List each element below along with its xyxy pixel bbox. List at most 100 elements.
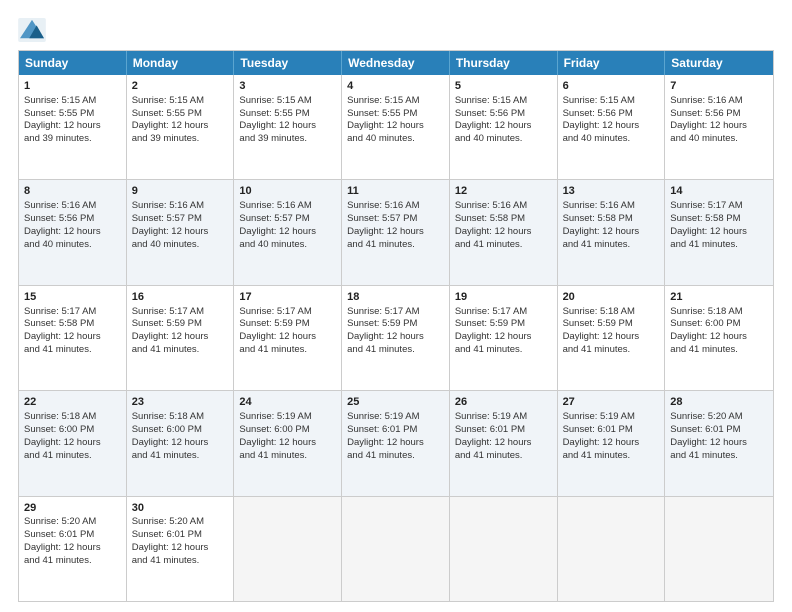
day-info-line: Sunrise: 5:16 AM — [563, 200, 660, 213]
day-number: 20 — [563, 290, 660, 305]
day-info-line: Sunrise: 5:17 AM — [455, 306, 552, 319]
day-info-line: Sunset: 5:59 PM — [239, 318, 336, 331]
day-number: 2 — [132, 79, 229, 94]
calendar-cell: 16Sunrise: 5:17 AMSunset: 5:59 PMDayligh… — [127, 286, 235, 390]
day-info-line: Sunset: 5:56 PM — [24, 213, 121, 226]
day-number: 10 — [239, 184, 336, 199]
day-info-line: Sunrise: 5:19 AM — [455, 411, 552, 424]
day-info-line: Daylight: 12 hours — [24, 542, 121, 555]
day-info-line: and 40 minutes. — [563, 133, 660, 146]
day-info-line: and 41 minutes. — [347, 239, 444, 252]
day-info-line: Daylight: 12 hours — [563, 226, 660, 239]
day-info-line: Sunrise: 5:20 AM — [132, 516, 229, 529]
day-info-line: Daylight: 12 hours — [455, 331, 552, 344]
day-number: 22 — [24, 395, 121, 410]
day-info-line: Daylight: 12 hours — [563, 437, 660, 450]
day-info-line: Sunset: 6:00 PM — [239, 424, 336, 437]
calendar-cell: 19Sunrise: 5:17 AMSunset: 5:59 PMDayligh… — [450, 286, 558, 390]
calendar-header-cell: Sunday — [19, 51, 127, 75]
calendar-cell: 29Sunrise: 5:20 AMSunset: 6:01 PMDayligh… — [19, 497, 127, 601]
calendar-cell-empty — [665, 497, 773, 601]
day-info-line: Sunrise: 5:16 AM — [455, 200, 552, 213]
day-info-line: Sunset: 5:57 PM — [347, 213, 444, 226]
day-info-line: and 41 minutes. — [239, 450, 336, 463]
day-info-line: Sunrise: 5:17 AM — [24, 306, 121, 319]
day-info-line: Sunset: 6:01 PM — [24, 529, 121, 542]
day-info-line: and 41 minutes. — [455, 450, 552, 463]
day-number: 17 — [239, 290, 336, 305]
calendar-cell: 28Sunrise: 5:20 AMSunset: 6:01 PMDayligh… — [665, 391, 773, 495]
day-info-line: and 41 minutes. — [24, 344, 121, 357]
day-info-line: Sunrise: 5:15 AM — [24, 95, 121, 108]
day-info-line: Daylight: 12 hours — [132, 226, 229, 239]
day-info-line: Daylight: 12 hours — [239, 120, 336, 133]
calendar-body: 1Sunrise: 5:15 AMSunset: 5:55 PMDaylight… — [19, 75, 773, 601]
day-info-line: and 41 minutes. — [563, 450, 660, 463]
day-number: 30 — [132, 501, 229, 516]
day-number: 23 — [132, 395, 229, 410]
day-info-line: Sunrise: 5:17 AM — [132, 306, 229, 319]
day-info-line: Sunrise: 5:19 AM — [239, 411, 336, 424]
day-info-line: and 41 minutes. — [132, 555, 229, 568]
calendar-header-row: SundayMondayTuesdayWednesdayThursdayFrid… — [19, 51, 773, 75]
calendar-cell: 7Sunrise: 5:16 AMSunset: 5:56 PMDaylight… — [665, 75, 773, 179]
day-number: 5 — [455, 79, 552, 94]
day-number: 25 — [347, 395, 444, 410]
day-info-line: and 41 minutes. — [455, 344, 552, 357]
day-info-line: and 40 minutes. — [24, 239, 121, 252]
day-info-line: Sunset: 5:55 PM — [239, 108, 336, 121]
day-info-line: Sunrise: 5:18 AM — [24, 411, 121, 424]
day-info-line: Sunrise: 5:15 AM — [132, 95, 229, 108]
day-info-line: Sunset: 5:58 PM — [24, 318, 121, 331]
day-info-line: Sunset: 5:59 PM — [563, 318, 660, 331]
day-number: 13 — [563, 184, 660, 199]
calendar-header-cell: Monday — [127, 51, 235, 75]
day-info-line: Daylight: 12 hours — [132, 331, 229, 344]
day-info-line: Sunset: 5:58 PM — [670, 213, 768, 226]
day-info-line: Sunset: 5:55 PM — [132, 108, 229, 121]
day-info-line: Daylight: 12 hours — [132, 120, 229, 133]
day-info-line: Daylight: 12 hours — [455, 226, 552, 239]
calendar: SundayMondayTuesdayWednesdayThursdayFrid… — [18, 50, 774, 602]
day-info-line: Sunrise: 5:17 AM — [670, 200, 768, 213]
day-info-line: Sunset: 6:01 PM — [670, 424, 768, 437]
calendar-cell: 5Sunrise: 5:15 AMSunset: 5:56 PMDaylight… — [450, 75, 558, 179]
day-info-line: Daylight: 12 hours — [670, 226, 768, 239]
day-info-line: Daylight: 12 hours — [670, 120, 768, 133]
day-info-line: and 41 minutes. — [563, 344, 660, 357]
day-info-line: Sunrise: 5:19 AM — [347, 411, 444, 424]
calendar-cell: 18Sunrise: 5:17 AMSunset: 5:59 PMDayligh… — [342, 286, 450, 390]
day-number: 24 — [239, 395, 336, 410]
day-info-line: Sunset: 5:57 PM — [239, 213, 336, 226]
day-info-line: Sunrise: 5:15 AM — [563, 95, 660, 108]
day-info-line: Sunrise: 5:16 AM — [239, 200, 336, 213]
day-info-line: and 41 minutes. — [347, 450, 444, 463]
day-info-line: Sunrise: 5:18 AM — [132, 411, 229, 424]
calendar-cell: 30Sunrise: 5:20 AMSunset: 6:01 PMDayligh… — [127, 497, 235, 601]
page: SundayMondayTuesdayWednesdayThursdayFrid… — [0, 0, 792, 612]
day-number: 7 — [670, 79, 768, 94]
day-info-line: Daylight: 12 hours — [24, 120, 121, 133]
calendar-cell: 24Sunrise: 5:19 AMSunset: 6:00 PMDayligh… — [234, 391, 342, 495]
day-info-line: Daylight: 12 hours — [132, 437, 229, 450]
day-number: 11 — [347, 184, 444, 199]
day-info-line: Sunrise: 5:18 AM — [670, 306, 768, 319]
day-info-line: Sunset: 6:01 PM — [455, 424, 552, 437]
day-info-line: Daylight: 12 hours — [239, 437, 336, 450]
day-info-line: and 41 minutes. — [24, 450, 121, 463]
day-info-line: Daylight: 12 hours — [239, 226, 336, 239]
day-info-line: and 41 minutes. — [670, 239, 768, 252]
day-info-line: Daylight: 12 hours — [670, 331, 768, 344]
calendar-cell-empty — [558, 497, 666, 601]
day-info-line: and 39 minutes. — [132, 133, 229, 146]
day-info-line: Daylight: 12 hours — [239, 331, 336, 344]
header — [18, 18, 774, 42]
calendar-row: 29Sunrise: 5:20 AMSunset: 6:01 PMDayligh… — [19, 496, 773, 601]
calendar-cell: 10Sunrise: 5:16 AMSunset: 5:57 PMDayligh… — [234, 180, 342, 284]
calendar-header-cell: Thursday — [450, 51, 558, 75]
day-info-line: Sunset: 5:55 PM — [24, 108, 121, 121]
day-info-line: Daylight: 12 hours — [24, 226, 121, 239]
day-info-line: and 40 minutes. — [670, 133, 768, 146]
day-info-line: Sunrise: 5:18 AM — [563, 306, 660, 319]
day-number: 26 — [455, 395, 552, 410]
